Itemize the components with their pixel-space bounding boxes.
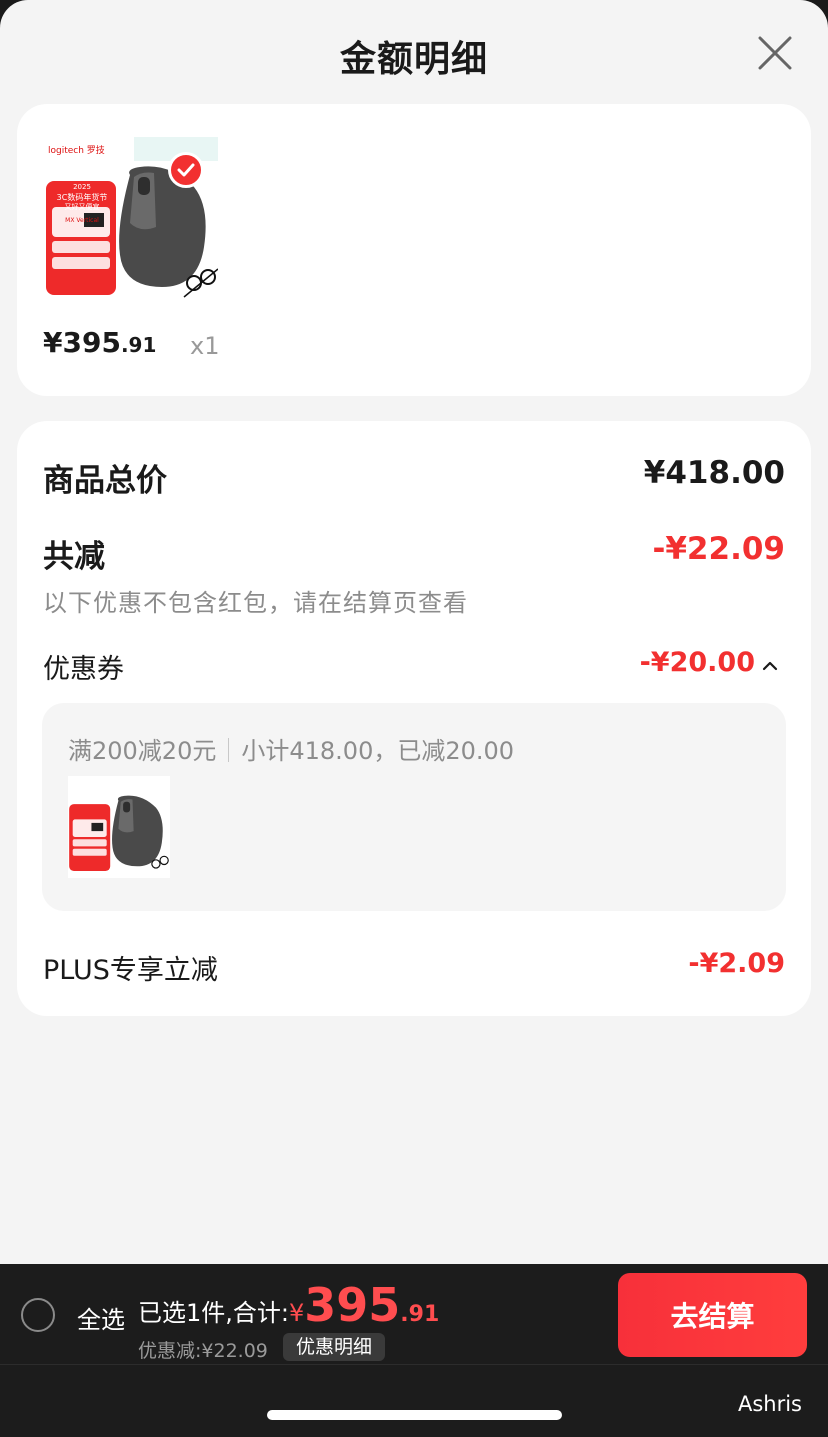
selected-check-icon[interactable]: [168, 152, 204, 188]
coupon-detail-box: 满200减20元 小计418.00，已减20.00: [42, 703, 786, 911]
selected-count-text: 已选1件,合计:: [138, 1299, 289, 1327]
coupon-value[interactable]: -¥20.00: [640, 647, 755, 678]
total-discount-value: -¥22.09: [652, 531, 786, 567]
thumb-year: 2025: [73, 183, 91, 191]
price-decimal: .91: [120, 333, 157, 357]
checkout-button[interactable]: 去结算: [618, 1273, 807, 1357]
sheet-title: 金额明细: [339, 39, 488, 80]
bar-divider: [0, 1364, 828, 1365]
close-icon[interactable]: [752, 30, 798, 76]
home-indicator[interactable]: [267, 1410, 562, 1420]
thumb-sub: 又好又便宜: [64, 203, 100, 211]
username-label: Ashris: [737, 1392, 802, 1416]
product-price: ¥395.91: [43, 326, 156, 359]
coupon-description: 满200减20元 小计418.00，已减20.00: [68, 731, 514, 766]
total-currency: ¥: [288, 1299, 305, 1327]
coupon-label: 优惠券: [43, 654, 124, 685]
total-price-value: ¥418.00: [643, 455, 785, 491]
checkout-bar: 全选 已选1件,合计:¥395.91 优惠减:¥22.09 优惠明细 去结算 A…: [0, 1264, 828, 1437]
discount-detail-button[interactable]: 优惠明细: [283, 1333, 386, 1361]
plus-discount-label: PLUS专享立减: [43, 955, 218, 986]
select-all-radio[interactable]: [21, 1298, 55, 1332]
thumb-brand: logitech 罗技: [48, 146, 105, 156]
select-all-label[interactable]: 全选: [77, 1300, 125, 1335]
amount-detail-sheet: 金额明细 logitech 罗技 2025 3C数码年货节 又好又便宜 MX V…: [0, 0, 828, 1264]
price-detail-card: 商品总价 ¥418.00 共减 -¥22.09 以下优惠不包含红包，请在结算页查…: [17, 421, 811, 1016]
coupon-subtotal: 小计418.00，已减20.00: [241, 737, 515, 765]
product-quantity: x1: [190, 332, 220, 360]
coupon-rule: 满200减20元: [68, 737, 217, 765]
thumb-model: MX Vertical: [65, 217, 99, 224]
product-card: logitech 罗技 2025 3C数码年货节 又好又便宜 MX Vertic…: [17, 104, 811, 396]
total-price-label: 商品总价: [43, 463, 167, 499]
plus-discount-value: -¥2.09: [688, 948, 785, 979]
total-amount: 395: [304, 1278, 401, 1332]
total-summary: 已选1件,合计:¥395.91: [138, 1278, 439, 1332]
discount-summary: 优惠减:¥22.09: [138, 1340, 268, 1362]
coupon-separator: [228, 738, 230, 762]
discount-note: 以下优惠不包含红包，请在结算页查看: [43, 589, 468, 617]
total-decimal: .91: [400, 1302, 440, 1327]
total-discount-label: 共减: [43, 539, 105, 575]
coupon-product-image[interactable]: [68, 776, 170, 878]
price-integer: ¥395: [43, 326, 121, 359]
chevron-up-icon[interactable]: [761, 657, 779, 671]
